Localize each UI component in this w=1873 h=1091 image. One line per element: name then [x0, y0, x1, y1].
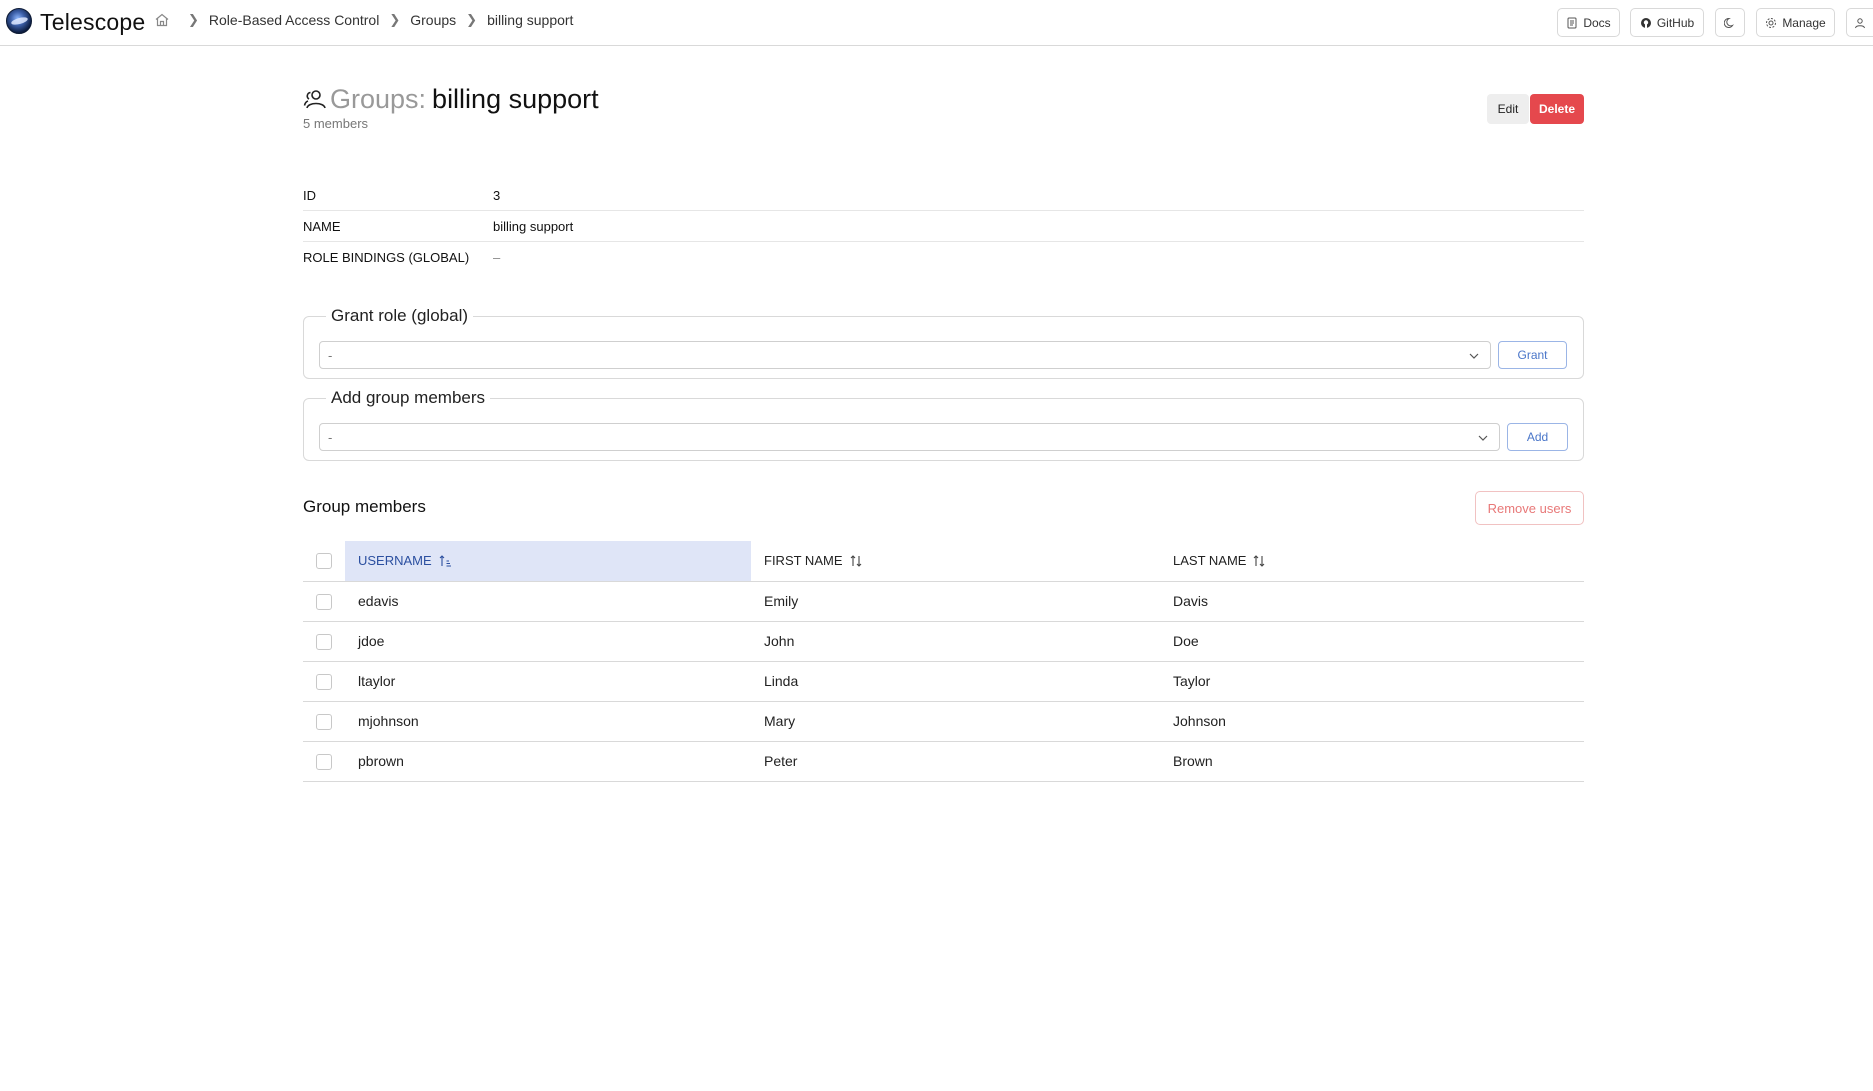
users-group-icon	[303, 89, 326, 108]
chevron-down-icon	[1478, 435, 1488, 441]
cell-username: ltaylor	[345, 661, 751, 702]
sort-icon	[1254, 554, 1265, 567]
cell-username: jdoe	[345, 621, 751, 662]
github-button[interactable]: GitHub	[1630, 8, 1704, 37]
group-members-title: Group members	[303, 497, 426, 516]
breadcrumb-groups[interactable]: Groups	[410, 12, 456, 28]
chevron-right-icon: ❯	[389, 12, 401, 27]
role-select-value: -	[328, 347, 333, 363]
property-value: billing support	[493, 218, 574, 234]
chevron-right-icon: ❯	[466, 12, 478, 27]
sort-icon	[850, 554, 861, 567]
property-key: ROLE BINDINGS (GLOBAL)	[303, 250, 470, 265]
column-first-name[interactable]: FIRST NAME	[751, 541, 1173, 582]
top-bar: Telescope ❯ Role-Based Access Control ❯ …	[0, 0, 1873, 46]
telescope-logo-icon[interactable]	[6, 8, 32, 34]
table-row[interactable]: jdoe John Doe	[303, 621, 1584, 662]
property-value: –	[493, 250, 501, 265]
table-header-row: USERNAME FIRST NAME LAST NAME	[303, 541, 1584, 582]
cell-username: mjohnson	[345, 701, 751, 742]
breadcrumb: ❯ Role-Based Access Control ❯ Groups ❯ b…	[154, 12, 573, 28]
cell-first-name: Linda	[751, 661, 1173, 702]
add-button[interactable]: Add	[1507, 423, 1568, 451]
column-username[interactable]: USERNAME	[345, 541, 751, 582]
manage-button[interactable]: Manage	[1756, 8, 1835, 37]
cell-first-name: Mary	[751, 701, 1173, 742]
docs-label: Docs	[1583, 15, 1611, 30]
row-checkbox[interactable]	[316, 593, 332, 610]
breadcrumb-rbac[interactable]: Role-Based Access Control	[209, 12, 379, 28]
cell-first-name: John	[751, 621, 1173, 662]
cell-username: edavis	[345, 581, 751, 622]
add-members-legend: Add group members	[331, 388, 486, 407]
row-checkbox[interactable]	[316, 673, 332, 690]
group-properties: ID 3 NAME billing support ROLE BINDINGS …	[303, 180, 1584, 273]
cell-last-name: Doe	[1173, 621, 1584, 662]
manage-label: Manage	[1782, 15, 1826, 30]
property-row-name: NAME billing support	[303, 211, 1584, 242]
github-icon	[1640, 17, 1651, 28]
column-label: USERNAME	[358, 553, 432, 569]
add-members-panel: Add group members - Add	[303, 388, 1584, 461]
cell-username: pbrown	[345, 741, 751, 782]
document-icon	[1567, 17, 1577, 28]
cell-first-name: Emily	[751, 581, 1173, 622]
grant-button[interactable]: Grant	[1498, 341, 1567, 369]
grant-role-legend: Grant role (global)	[331, 306, 469, 325]
property-row-id: ID 3	[303, 180, 1584, 211]
select-all-cell	[303, 541, 345, 582]
members-count: 5 members	[303, 116, 369, 131]
dark-mode-toggle[interactable]	[1715, 8, 1745, 37]
property-key: NAME	[303, 218, 341, 234]
brand-name[interactable]: Telescope	[40, 9, 145, 36]
moon-icon	[1724, 17, 1734, 28]
cell-last-name: Taylor	[1173, 661, 1584, 702]
property-row-role-bindings: ROLE BINDINGS (GLOBAL) –	[303, 242, 1584, 273]
chevron-down-icon	[1469, 353, 1479, 359]
member-select[interactable]: -	[319, 423, 1500, 451]
cell-last-name: Brown	[1173, 741, 1584, 782]
property-value: 3	[493, 187, 501, 203]
column-last-name[interactable]: LAST NAME	[1173, 541, 1584, 582]
table-row[interactable]: ltaylor Linda Taylor	[303, 661, 1584, 702]
select-all-checkbox[interactable]	[316, 553, 332, 570]
grant-role-panel: Grant role (global) - Grant	[303, 306, 1584, 379]
page-title: Groups: billing support	[303, 84, 599, 115]
members-table: USERNAME FIRST NAME LAST NAME edavis Emi…	[303, 541, 1584, 782]
title-prefix: Groups:	[330, 84, 427, 114]
table-row[interactable]: pbrown Peter Brown	[303, 741, 1584, 782]
breadcrumb-current: billing support	[487, 12, 574, 28]
home-icon[interactable]	[154, 12, 170, 28]
edit-button[interactable]: Edit	[1487, 94, 1529, 124]
row-checkbox[interactable]	[316, 753, 332, 770]
table-row[interactable]: mjohnson Mary Johnson	[303, 701, 1584, 742]
member-select-value: -	[328, 429, 333, 445]
delete-button[interactable]: Delete	[1530, 94, 1584, 124]
row-checkbox[interactable]	[316, 713, 332, 730]
property-key: ID	[303, 187, 316, 203]
github-label: GitHub	[1656, 15, 1695, 30]
remove-users-button[interactable]: Remove users	[1475, 491, 1584, 525]
cell-last-name: Davis	[1173, 581, 1584, 622]
cell-last-name: Johnson	[1173, 701, 1584, 742]
sort-ascending-icon	[439, 554, 451, 567]
group-name-title: billing support	[432, 84, 599, 114]
column-label: LAST NAME	[1173, 553, 1247, 569]
role-select[interactable]: -	[319, 341, 1491, 369]
user-menu-button[interactable]	[1846, 8, 1873, 37]
chevron-right-icon: ❯	[188, 12, 199, 27]
row-checkbox[interactable]	[316, 633, 332, 650]
gear-icon	[1766, 17, 1777, 28]
docs-button[interactable]: Docs	[1557, 8, 1620, 37]
user-icon	[1855, 17, 1865, 28]
table-row[interactable]: edavis Emily Davis	[303, 581, 1584, 622]
column-label: FIRST NAME	[764, 553, 843, 569]
cell-first-name: Peter	[751, 741, 1173, 782]
